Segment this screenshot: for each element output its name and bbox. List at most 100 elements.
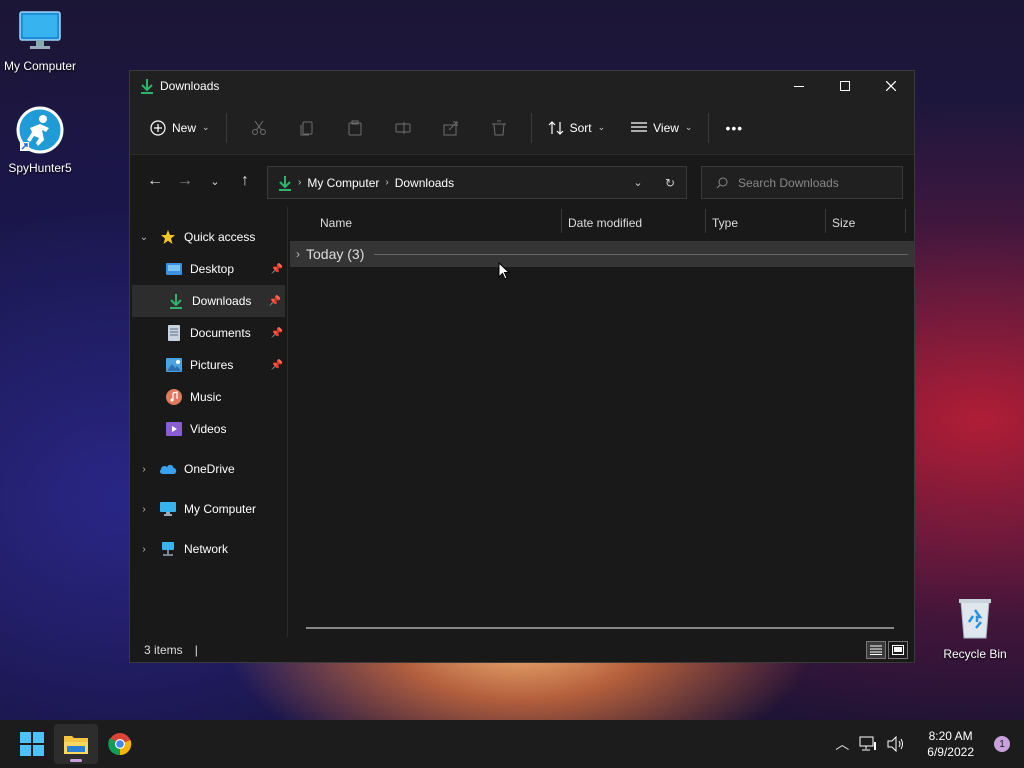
command-bar: New ⌄ Sort ⌄ View ⌄ •••: [130, 101, 914, 155]
notification-badge[interactable]: 1: [994, 736, 1010, 752]
more-options-button[interactable]: •••: [717, 112, 751, 144]
title-bar[interactable]: Downloads: [130, 71, 914, 101]
volume-icon[interactable]: [887, 736, 905, 752]
up-button[interactable]: ↑: [230, 166, 260, 196]
group-header-today[interactable]: › Today (3): [290, 241, 914, 267]
forward-button[interactable]: →: [170, 166, 200, 196]
address-bar[interactable]: › My Computer › Downloads ⌄ ↻: [267, 166, 687, 199]
sidebar-item-my-computer[interactable]: › My Computer: [130, 493, 287, 525]
pin-icon: 📌: [270, 359, 283, 371]
more-icon: •••: [725, 119, 744, 136]
horizontal-scrollbar[interactable]: [306, 627, 894, 629]
view-button[interactable]: View ⌄: [623, 112, 700, 144]
cut-button[interactable]: [235, 112, 283, 144]
windows-logo-icon: [20, 732, 44, 756]
address-dropdown-icon[interactable]: ⌄: [622, 176, 654, 189]
details-view-button[interactable]: [866, 640, 886, 659]
network-icon: [158, 541, 178, 557]
refresh-icon[interactable]: ↻: [654, 176, 686, 190]
paste-icon: [348, 120, 362, 135]
new-button[interactable]: New ⌄: [142, 112, 218, 144]
search-box[interactable]: Search Downloads: [701, 166, 903, 199]
sidebar-item-desktop[interactable]: Desktop 📌: [130, 253, 287, 285]
clock[interactable]: 8:20 AM 6/9/2022: [927, 728, 974, 760]
chrome-icon: [108, 733, 132, 756]
breadcrumb-chevron-icon: ›: [298, 177, 302, 188]
desktop-icon-recycle-bin[interactable]: Recycle Bin: [935, 596, 1015, 661]
sort-button[interactable]: Sort ⌄: [540, 112, 614, 144]
desktop-icon-label: Recycle Bin: [943, 647, 1007, 661]
star-icon: [158, 229, 178, 245]
start-button[interactable]: [10, 724, 54, 764]
cut-icon: [251, 120, 266, 135]
desktop-icon-my-computer[interactable]: My Computer: [0, 10, 80, 73]
desktop-icon-spyhunter[interactable]: SpyHunter5: [0, 106, 80, 175]
trash-icon: [491, 120, 506, 135]
content-area: ⌄ Quick access Desktop 📌 Downloads 📌 Doc…: [130, 207, 914, 637]
desktop-icon-label: My Computer: [3, 59, 77, 73]
share-button[interactable]: [427, 112, 475, 144]
column-divider[interactable]: [561, 209, 562, 233]
minimize-icon: [794, 86, 804, 87]
chevron-right-icon[interactable]: ›: [296, 247, 300, 261]
pin-icon: 📌: [270, 327, 283, 339]
column-divider[interactable]: [905, 209, 906, 233]
rename-button[interactable]: [379, 112, 427, 144]
pictures-icon: [164, 358, 184, 372]
column-divider[interactable]: [705, 209, 706, 233]
recycle-bin-icon: [959, 599, 991, 639]
spyhunter-icon: [16, 106, 64, 154]
minimize-button[interactable]: [776, 71, 822, 101]
arrow-right-icon: →: [177, 172, 193, 189]
document-icon: [164, 325, 184, 341]
arrow-left-icon: ←: [147, 172, 163, 189]
paste-button[interactable]: [331, 112, 379, 144]
breadcrumb-my-computer[interactable]: My Computer: [307, 176, 379, 190]
chevron-right-icon[interactable]: ›: [130, 544, 158, 555]
tiles-view-button[interactable]: [888, 640, 908, 659]
back-button[interactable]: ←: [140, 166, 170, 196]
view-label: View: [653, 120, 679, 135]
search-icon: [716, 177, 728, 188]
network-status-icon[interactable]: [859, 736, 877, 752]
column-header-size[interactable]: Size: [832, 207, 855, 239]
sidebar-item-music[interactable]: Music: [130, 381, 287, 413]
column-divider[interactable]: [825, 209, 826, 233]
close-button[interactable]: [868, 71, 914, 101]
sort-icon: [548, 120, 563, 135]
chevron-down-icon: ⌄: [210, 175, 220, 188]
show-hidden-icons-chevron-up-icon[interactable]: ︿: [835, 734, 849, 754]
sidebar-item-label: Videos: [190, 422, 227, 436]
sidebar-item-downloads[interactable]: Downloads 📌: [132, 285, 285, 317]
breadcrumb-downloads[interactable]: Downloads: [395, 176, 454, 190]
column-header-date-modified[interactable]: Date modified: [568, 207, 642, 239]
recent-locations-button[interactable]: ⌄: [200, 166, 230, 196]
sidebar-item-pictures[interactable]: Pictures 📌: [130, 349, 287, 381]
cloud-icon: [158, 463, 178, 475]
delete-button[interactable]: [475, 112, 523, 144]
taskbar-file-explorer[interactable]: [54, 724, 98, 764]
desktop-icon-label: SpyHunter5: [8, 161, 72, 175]
sidebar-item-videos[interactable]: Videos: [130, 413, 287, 445]
group-label: Today (3): [306, 246, 365, 262]
sidebar-item-onedrive[interactable]: › OneDrive: [130, 453, 287, 485]
chevron-down-icon[interactable]: ⌄: [130, 232, 158, 243]
breadcrumb-chevron-icon: ›: [385, 177, 389, 188]
column-label: Name: [320, 216, 353, 230]
chevron-right-icon[interactable]: ›: [130, 464, 158, 475]
sidebar-item-quick-access[interactable]: ⌄ Quick access: [130, 221, 287, 253]
chevron-right-icon[interactable]: ›: [130, 504, 158, 515]
download-icon: [166, 293, 186, 309]
search-placeholder: Search Downloads: [738, 175, 839, 190]
copy-button[interactable]: [283, 112, 331, 144]
sidebar-item-documents[interactable]: Documents 📌: [130, 317, 287, 349]
toolbar-separator: [708, 112, 710, 143]
sidebar-item-network[interactable]: › Network: [130, 533, 287, 565]
taskbar-chrome[interactable]: [98, 724, 142, 764]
column-label: Size: [832, 216, 856, 230]
column-header-name[interactable]: Name: [320, 207, 352, 239]
download-icon: [279, 175, 291, 191]
details-view-icon: [870, 645, 882, 655]
column-header-type[interactable]: Type: [712, 207, 738, 239]
maximize-button[interactable]: [822, 71, 868, 101]
